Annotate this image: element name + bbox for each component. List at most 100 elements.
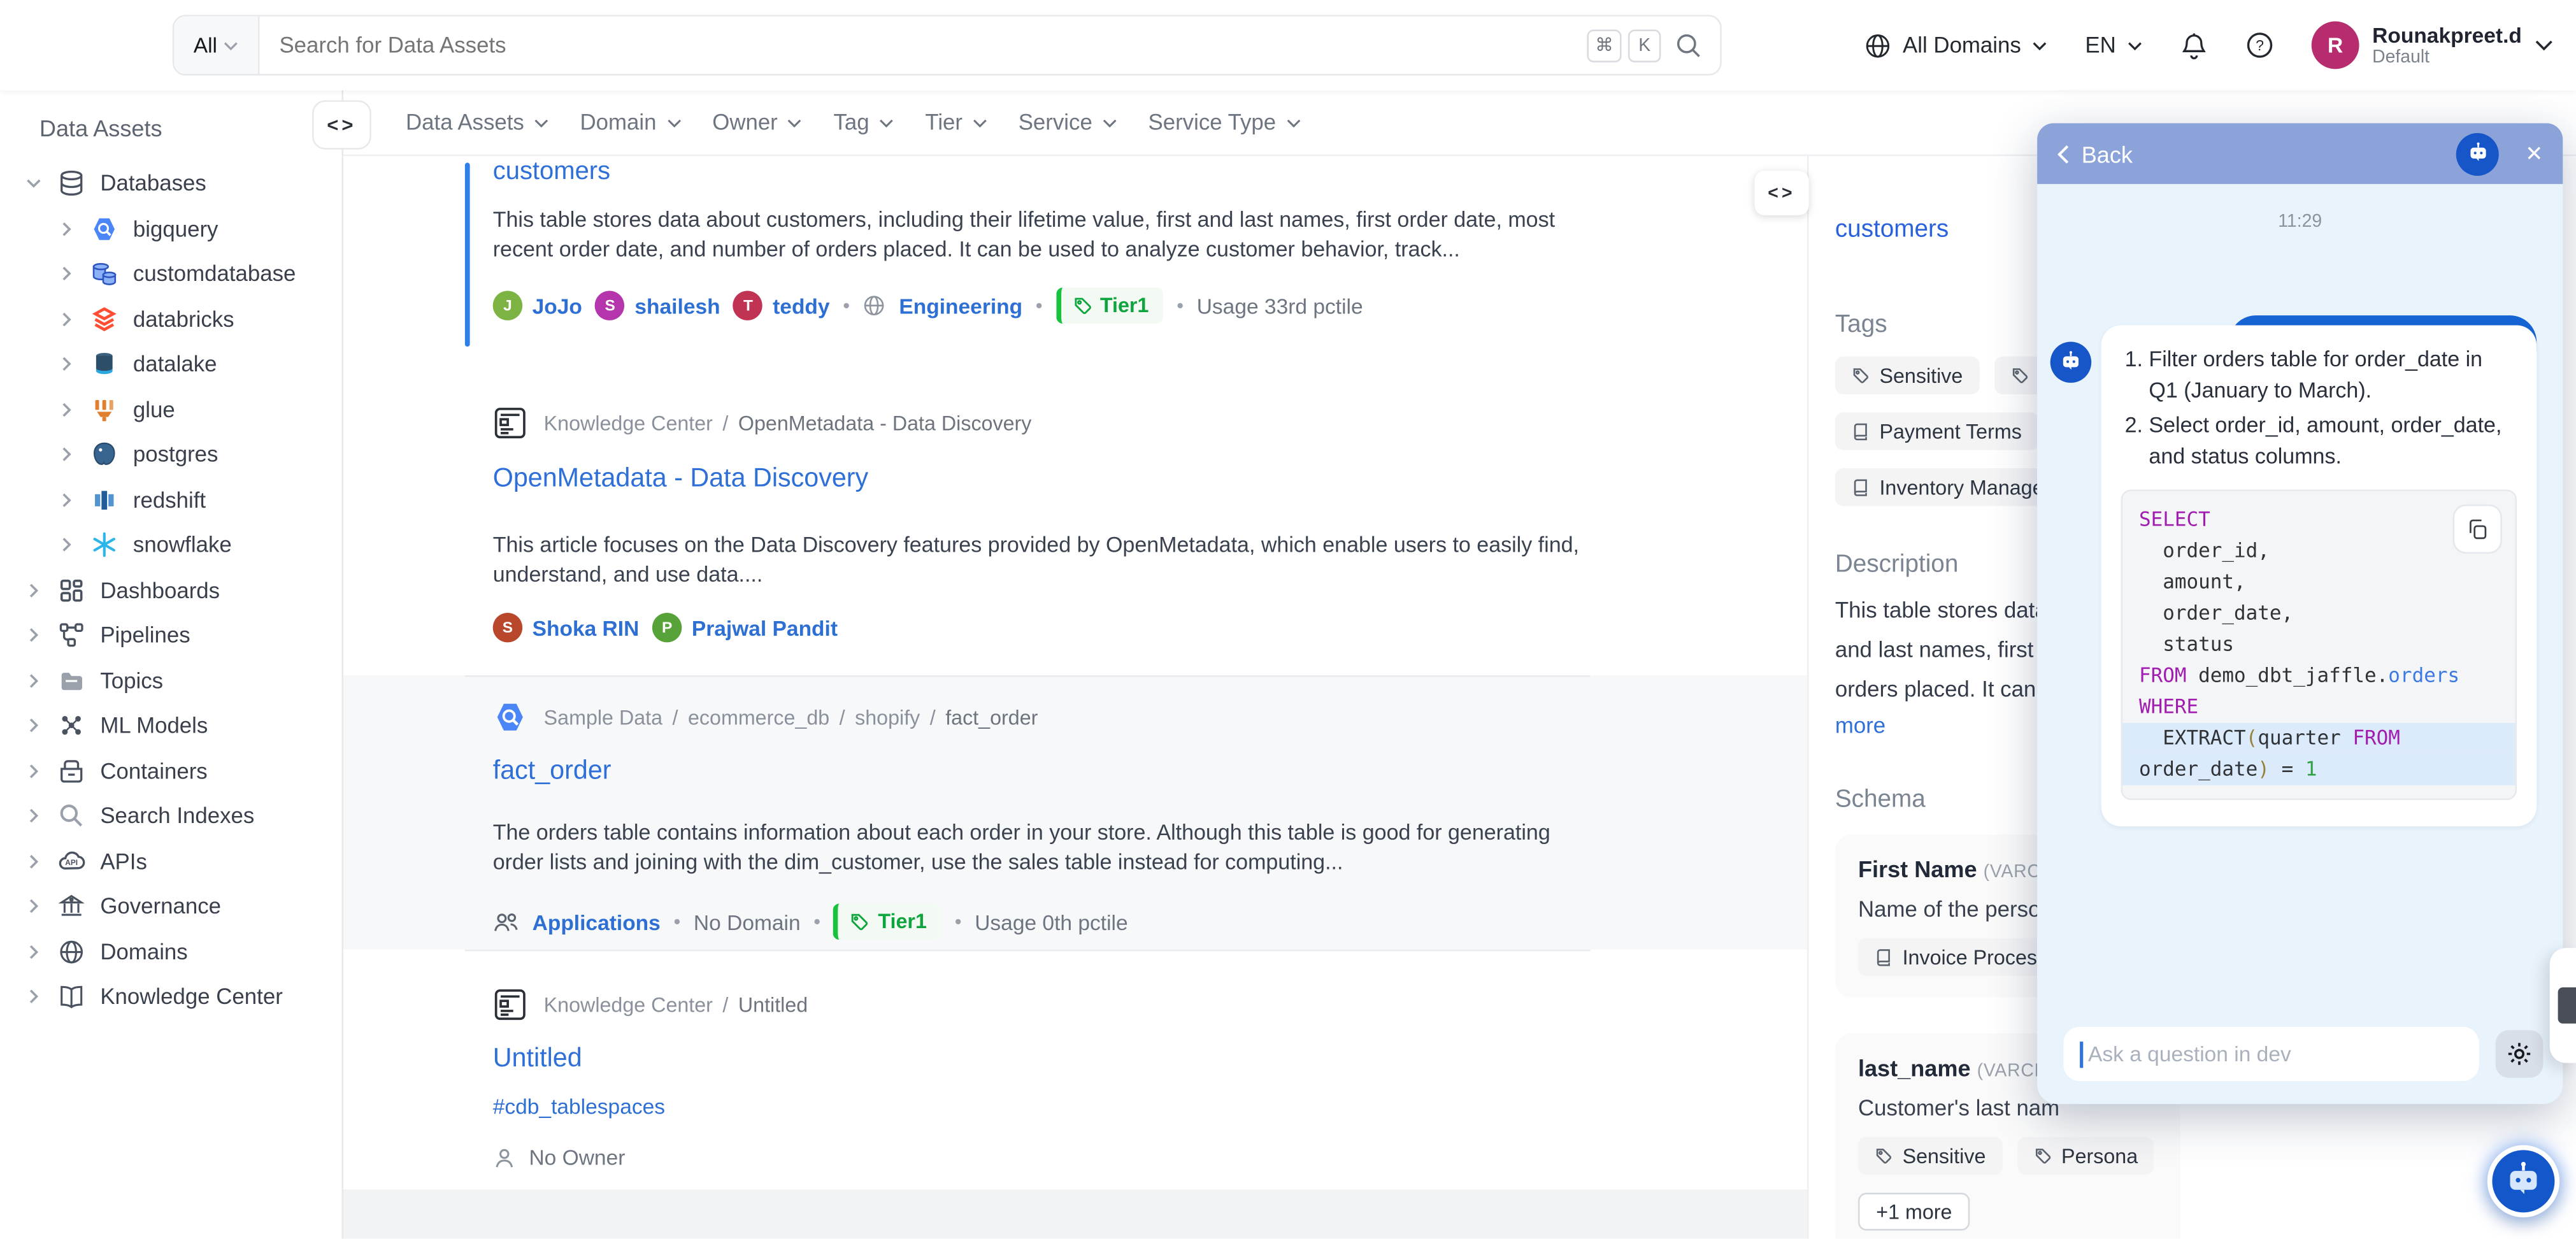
owner-chip[interactable]: Sshailesh — [596, 290, 720, 320]
result-title-link[interactable]: OpenMetadata - Data Discovery — [493, 465, 1591, 494]
chevron-right-icon[interactable] — [25, 626, 43, 644]
search-scope-dropdown[interactable]: All — [174, 17, 259, 74]
sidebar-item-ml-models[interactable]: ML Models — [0, 703, 341, 748]
tag-chip[interactable]: Sensitive — [1835, 357, 1979, 394]
tag-chip[interactable]: Persona — [2017, 1137, 2154, 1175]
tier-badge[interactable]: Tier1 — [834, 903, 941, 940]
user-name: Rounakpreet.d — [2372, 22, 2522, 48]
owner-chip[interactable]: SShoka RIN — [493, 613, 640, 642]
chevron-right-icon[interactable] — [25, 988, 43, 1006]
result-card-untitled[interactable]: Knowledge Center/Untitled Untitled #cdb_… — [465, 987, 1591, 1170]
sidebar-item-bigquery[interactable]: bigquery — [0, 206, 341, 252]
sidebar-item-apis[interactable]: API APIs — [0, 839, 341, 884]
chevron-right-icon[interactable] — [57, 265, 75, 283]
owner-chip[interactable]: PPrajwal Pandit — [652, 613, 838, 642]
sidebar-item-customdatabase[interactable]: customdatabase — [0, 252, 341, 297]
breadcrumb-root[interactable]: Knowledge Center — [544, 412, 713, 434]
filter-service-type[interactable]: Service Type — [1148, 110, 1300, 135]
chevron-right-icon[interactable] — [25, 943, 43, 961]
breadcrumb-item[interactable]: ecommerce_db — [688, 706, 829, 729]
language-dropdown[interactable]: EN — [2085, 33, 2142, 58]
chevron-right-icon[interactable] — [57, 536, 75, 554]
more-tags-chip[interactable]: +1 more — [1858, 1192, 1970, 1230]
result-card-fact-order[interactable]: Sample Data/ ecommerce_db/ shopify/ fact… — [465, 700, 1591, 940]
back-button[interactable]: Back — [2082, 141, 2133, 167]
glossary-chip[interactable]: Payment Terms — [1835, 412, 2038, 450]
sidebar-item-governance[interactable]: Governance — [0, 884, 341, 929]
close-icon[interactable]: ✕ — [2525, 141, 2543, 167]
tier-badge[interactable]: Tier1 — [1055, 287, 1163, 324]
sidebar-item-search-indexes[interactable]: Search Indexes — [0, 794, 341, 839]
user-menu[interactable]: R Rounakpreet.d Default — [2312, 22, 2553, 69]
chevron-down-icon[interactable] — [25, 175, 43, 192]
result-title-link[interactable]: fact_order — [493, 757, 1591, 787]
chevron-right-icon[interactable] — [57, 355, 75, 373]
breadcrumb-page[interactable]: fact_order — [945, 706, 1038, 729]
chevron-right-icon[interactable] — [57, 491, 75, 509]
owner-chip[interactable]: JJoJo — [493, 290, 582, 320]
filter-data-assets[interactable]: Data Assets — [406, 110, 549, 135]
sidebar-item-databases[interactable]: Databases — [0, 161, 341, 206]
copy-button[interactable] — [2453, 505, 2502, 554]
chevron-right-icon[interactable] — [57, 401, 75, 419]
right-edge-drawer-handle[interactable] — [2550, 948, 2576, 1063]
team-link[interactable]: Applications — [533, 910, 661, 935]
filter-domain[interactable]: Domain — [580, 110, 682, 135]
chevron-right-icon[interactable] — [57, 446, 75, 464]
chevron-right-icon[interactable] — [25, 807, 43, 825]
sidebar-item-dashboards[interactable]: Dashboards — [0, 568, 341, 613]
sidebar-item-knowledge-center[interactable]: Knowledge Center — [0, 974, 341, 1019]
back-chevron-icon[interactable] — [2057, 144, 2070, 164]
sidebar-collapse-button[interactable]: <> — [312, 100, 371, 149]
chat-input[interactable]: Ask a question in dev — [2063, 1027, 2479, 1081]
sidebar-item-redshift[interactable]: redshift — [0, 477, 341, 522]
result-title-link[interactable]: customers — [493, 158, 1591, 187]
chevron-right-icon[interactable] — [25, 898, 43, 915]
filter-service[interactable]: Service — [1019, 110, 1117, 135]
global-search[interactable]: All ⌘ K — [173, 15, 1722, 75]
all-domains-dropdown[interactable]: All Domains — [1865, 32, 2047, 58]
tag-chip[interactable]: Sensitive — [1858, 1137, 2002, 1175]
filter-tag[interactable]: Tag — [833, 110, 894, 135]
chevron-right-icon[interactable] — [25, 762, 43, 780]
chevron-right-icon[interactable] — [25, 581, 43, 599]
breadcrumb-page[interactable]: Untitled — [738, 993, 808, 1016]
chevron-right-icon[interactable] — [57, 310, 75, 328]
filter-tier[interactable]: Tier — [925, 110, 987, 135]
search-input[interactable] — [259, 33, 1587, 58]
result-card-data-discovery[interactable]: Knowledge Center/OpenMetadata - Data Dis… — [465, 406, 1591, 642]
filter-owner[interactable]: Owner — [712, 110, 802, 135]
sidebar-item-postgres[interactable]: postgres — [0, 432, 341, 477]
assistant-launcher-button[interactable] — [2487, 1145, 2559, 1217]
help-icon[interactable]: ? — [2246, 31, 2274, 59]
breadcrumb-root[interactable]: Knowledge Center — [544, 993, 713, 1016]
chat-settings-button[interactable] — [2496, 1030, 2544, 1078]
sidebar-item-glue[interactable]: glue — [0, 387, 341, 432]
hashtag-link[interactable]: #cdb_tablespaces — [493, 1094, 1591, 1119]
domain-link[interactable]: Engineering — [899, 293, 1022, 318]
breadcrumb-item[interactable]: shopify — [855, 706, 920, 729]
search-icon[interactable] — [1674, 31, 1702, 59]
sidebar-item-databricks[interactable]: databricks — [0, 297, 341, 342]
breadcrumb-item[interactable]: Sample Data — [544, 706, 662, 729]
breadcrumb-page[interactable]: OpenMetadata - Data Discovery — [738, 412, 1032, 434]
sidebar-item-datalake[interactable]: datalake — [0, 341, 341, 387]
chevron-right-icon[interactable] — [57, 220, 75, 238]
owner-name: teddy — [773, 293, 829, 318]
preview-panel-collapse-button[interactable]: <> — [1754, 171, 1808, 215]
sidebar-item-snowflake[interactable]: snowflake — [0, 522, 341, 568]
result-title-link[interactable]: Untitled — [493, 1045, 1591, 1074]
sidebar-item-topics[interactable]: Topics — [0, 658, 341, 703]
chevron-right-icon[interactable] — [25, 852, 43, 870]
bigquery-icon — [90, 215, 118, 243]
filter-label: Owner — [712, 110, 778, 135]
notifications-bell-icon[interactable] — [2180, 31, 2208, 60]
chevron-right-icon[interactable] — [25, 671, 43, 689]
owner-chip[interactable]: Tteddy — [733, 290, 829, 320]
sidebar-item-containers[interactable]: Containers — [0, 748, 341, 794]
sidebar-item-pipelines[interactable]: Pipelines — [0, 613, 341, 658]
chevron-right-icon[interactable] — [25, 717, 43, 734]
postgres-icon — [90, 441, 118, 469]
result-card-customers[interactable]: customers This table stores data about c… — [465, 158, 1591, 324]
sidebar-item-domains[interactable]: Domains — [0, 929, 341, 974]
